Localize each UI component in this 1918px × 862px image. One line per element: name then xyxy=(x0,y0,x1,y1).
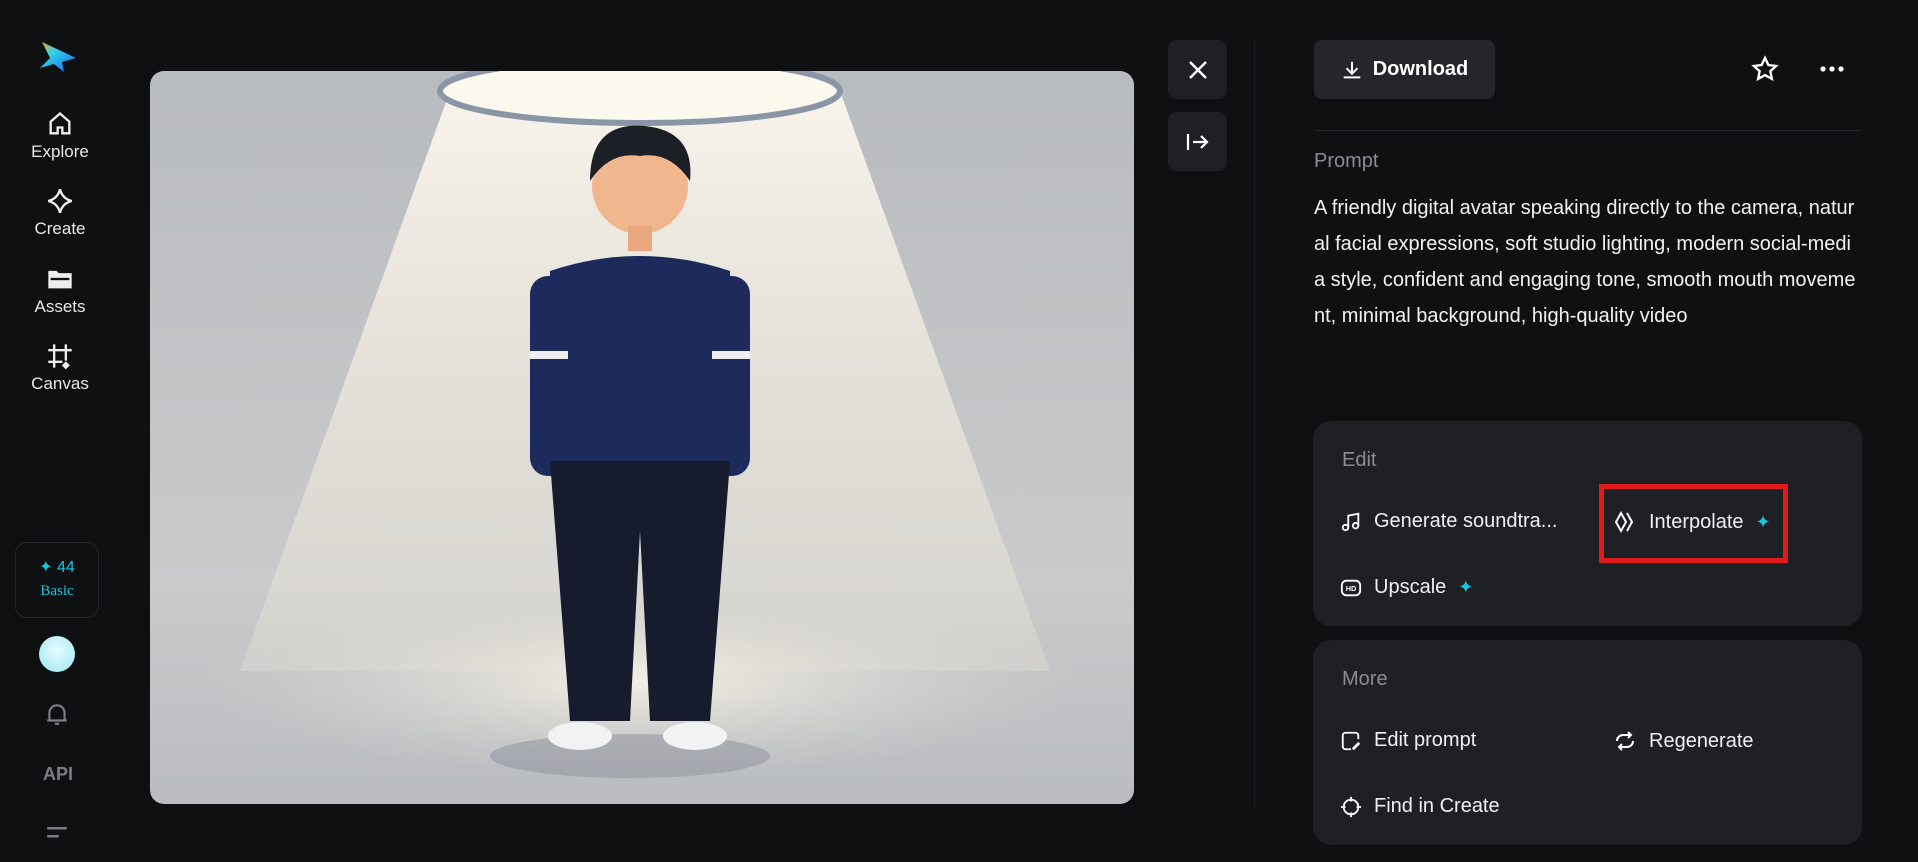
close-icon xyxy=(1188,60,1207,79)
menu-icon[interactable] xyxy=(45,825,69,843)
more-panel: More Edit prompt Regenerate Find in Crea… xyxy=(1313,640,1862,845)
plan-label: Basic xyxy=(40,583,74,599)
bell-icon[interactable] xyxy=(44,701,70,727)
music-note-icon xyxy=(1341,512,1360,531)
item-label: Generate soundtra... xyxy=(1374,510,1558,532)
api-link[interactable]: API xyxy=(0,764,116,785)
frame-icon xyxy=(48,344,72,370)
logo[interactable] xyxy=(38,40,78,81)
hd-icon: HD xyxy=(1340,579,1362,596)
divider xyxy=(1314,130,1862,131)
highlight-box xyxy=(1599,484,1788,563)
edit-panel: Edit Generate soundtra... Interpolate ✦ H… xyxy=(1313,421,1862,626)
item-label: Regenerate xyxy=(1649,729,1754,752)
find-in-create-button[interactable]: Find in Create xyxy=(1340,795,1500,818)
more-section-label: More xyxy=(1342,668,1388,690)
sidebar-item-label: Assets xyxy=(34,297,86,316)
download-label: Download xyxy=(1372,58,1469,80)
prompt-label: Prompt xyxy=(1314,150,1379,172)
edit-section-label: Edit xyxy=(1342,449,1377,471)
folder-icon xyxy=(48,270,72,289)
avatar[interactable] xyxy=(39,636,75,672)
star-icon[interactable] xyxy=(1751,55,1779,83)
divider xyxy=(1254,40,1255,810)
download-button[interactable]: Download xyxy=(1314,40,1495,99)
sidebar-item-label: Create xyxy=(34,219,86,238)
sidebar-item-explore[interactable]: Explore xyxy=(0,110,120,162)
item-label: Find in Create xyxy=(1374,795,1500,817)
item-label: Upscale xyxy=(1374,576,1447,598)
collapse-panel-button[interactable] xyxy=(1168,112,1227,171)
upscale-button[interactable]: HD Upscale ✦ xyxy=(1340,576,1473,599)
sidebar-item-canvas[interactable]: Canvas xyxy=(0,342,120,394)
edit-prompt-button[interactable]: Edit prompt xyxy=(1340,729,1476,752)
credits-badge[interactable]: ✦ 44 Basic xyxy=(15,542,99,618)
sparkle-icon: ✦ xyxy=(39,559,53,576)
regenerate-button[interactable]: Regenerate xyxy=(1613,729,1754,753)
arrow-right-to-bar-icon xyxy=(1186,133,1209,150)
sidebar-item-assets[interactable]: Assets xyxy=(0,265,120,317)
prompt-text: A friendly digital avatar speaking direc… xyxy=(1314,197,1856,327)
item-label: Edit prompt xyxy=(1374,729,1477,751)
generate-soundtrack-button[interactable]: Generate soundtra... xyxy=(1340,510,1557,533)
svg-text:HD: HD xyxy=(1346,584,1357,593)
sidebar-item-label: Explore xyxy=(31,142,89,161)
close-button[interactable] xyxy=(1168,40,1227,99)
more-options-icon[interactable] xyxy=(1818,62,1846,76)
sidebar-item-label: Canvas xyxy=(31,374,89,393)
sidebar-item-create[interactable]: Create xyxy=(0,187,120,239)
sparkle-icon: ✦ xyxy=(1458,577,1474,597)
home-icon xyxy=(49,111,71,135)
generated-video-preview[interactable] xyxy=(150,71,1134,804)
refresh-icon xyxy=(1616,731,1634,751)
crosshair-icon xyxy=(1340,796,1362,817)
download-icon xyxy=(1343,61,1360,78)
sparkle-icon xyxy=(48,189,72,213)
credits-count: 44 xyxy=(57,559,75,576)
edit-icon xyxy=(1341,731,1361,750)
